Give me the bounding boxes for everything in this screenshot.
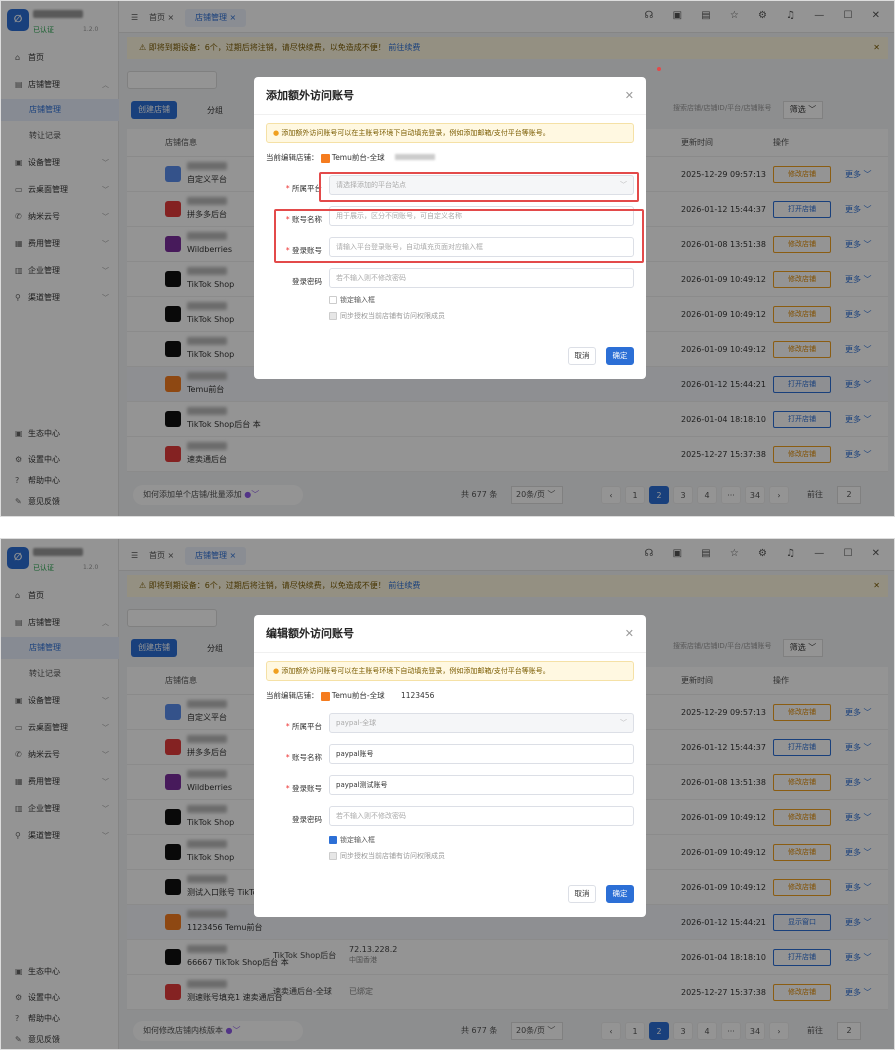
cancel-button[interactable]: 取消 [568,347,596,365]
account-name-input[interactable]: paypal账号 [329,744,634,764]
highlight-platform [319,172,639,202]
sync-checkbox[interactable]: 同步授权当前店铺有访问权限成员 [329,851,445,861]
screenshot-panel-edit: ∅ 已认证 1.2.0 ⌂ 首页 ▤ 店铺管理 ︿ 店铺管理 转让记录 ▣ 设备管理 ﹀ … [0,538,895,1050]
current-store: 当前编辑店铺： Temu前台-全球 1123456 [266,691,435,701]
modal-title: 添加额外访问账号 [254,77,646,115]
red-dot [657,67,661,71]
modal-tip: ● 添加额外访问账号可以在主账号环境下自动填充登录，例如添加邮箱/支付平台等账号… [266,661,634,681]
password-row: 登录密码 若不输入则不修改密码 [254,268,646,299]
checkbox-icon [329,312,337,320]
confirm-button[interactable]: 确定 [606,885,634,903]
chevron-down-icon: ﹀ [620,719,627,727]
modal-tip: ● 添加额外访问账号可以在主账号环境下自动填充登录，例如添加邮箱/支付平台等账号… [266,123,634,143]
platform-row: * 所属平台 paypal-全球 ﹀ [254,713,646,744]
temu-icon [320,691,330,701]
temu-icon [320,153,330,163]
platform-select[interactable]: paypal-全球 ﹀ [329,713,634,733]
checkbox-icon [329,296,337,304]
login-row: * 登录账号 paypal测试账号 [254,775,646,806]
sync-checkbox[interactable]: 同步授权当前店铺有访问权限成员 [329,311,445,321]
modal-title: 编辑额外访问账号 [254,615,646,653]
checkbox-checked-icon [329,836,337,844]
warning-icon: ● [273,667,280,675]
checkbox-icon [329,852,337,860]
password-input[interactable]: 若不输入则不修改密码 [329,268,634,288]
highlight-name-login [274,209,644,263]
password-input[interactable]: 若不输入则不修改密码 [329,806,634,826]
close-icon[interactable]: ✕ [625,627,634,640]
screenshot-panel-add: ∅ 已认证 1.2.0 ⌂ 首页 ▤ 店铺管理 ︿ 店铺管理 转让记录 ▣ 设备管理 ﹀ … [0,0,895,517]
lock-checkbox[interactable]: 锁定输入框 [329,295,375,305]
lock-checkbox[interactable]: 锁定输入框 [329,835,375,845]
cancel-button[interactable]: 取消 [568,885,596,903]
name-row: * 账号名称 paypal账号 [254,744,646,775]
close-icon[interactable]: ✕ [625,89,634,102]
confirm-button[interactable]: 确定 [606,347,634,365]
edit-account-modal: 编辑额外访问账号 ✕ ● 添加额外访问账号可以在主账号环境下自动填充登录，例如添… [254,615,646,917]
login-account-input[interactable]: paypal测试账号 [329,775,634,795]
current-store: 当前编辑店铺： Temu前台-全球 [266,151,634,165]
warning-icon: ● [273,129,280,137]
password-row: 登录密码 若不输入则不修改密码 [254,806,646,837]
